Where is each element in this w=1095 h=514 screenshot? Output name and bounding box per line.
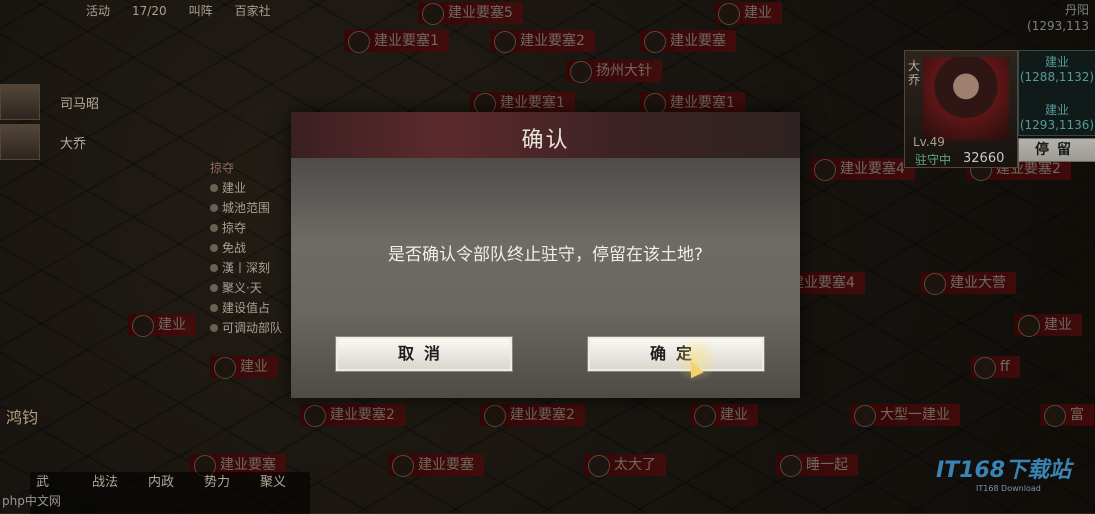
confirm-dialog: 确认 是否确认令部队终止驻守，停留在该土地? 取消 确定 [291, 112, 800, 398]
cancel-button[interactable]: 取消 [335, 336, 513, 372]
dialog-title: 确认 [521, 128, 570, 153]
dialog-message: 是否确认令部队终止驻守，停留在该土地? [387, 245, 704, 265]
